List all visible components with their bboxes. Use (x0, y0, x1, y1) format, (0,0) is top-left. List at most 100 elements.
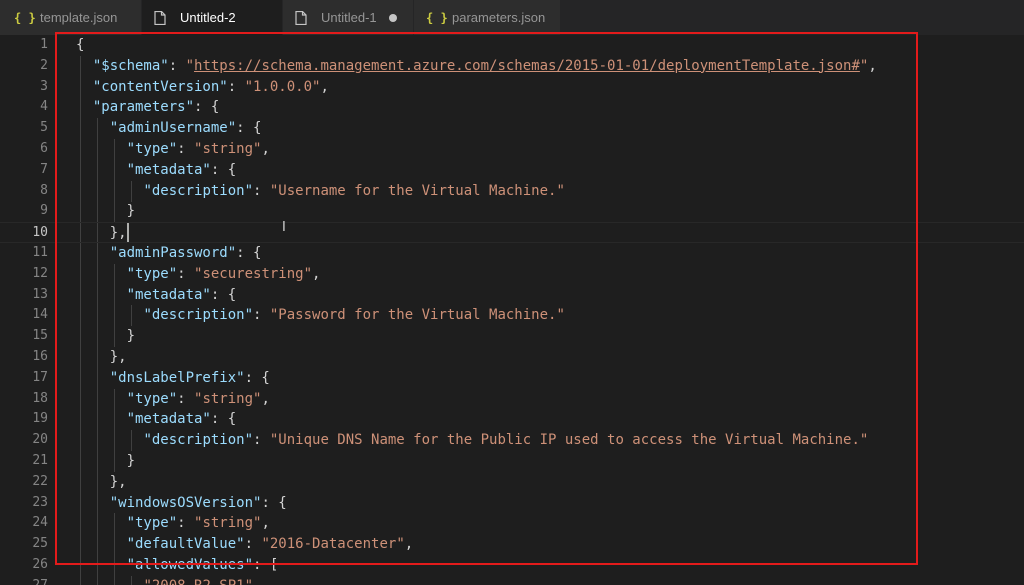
punctuation (76, 432, 143, 448)
code-text: "2008-R2-SP1", (76, 576, 261, 585)
schema-link[interactable]: https://schema.management.azure.com/sche… (194, 58, 860, 74)
code-text: "allowedValues": [ (76, 555, 279, 576)
json-key: "type" (126, 265, 178, 282)
json-string: "string" (194, 140, 262, 157)
code-line[interactable]: 24 "type": "string", (0, 513, 1024, 534)
json-key: "metadata" (126, 161, 211, 178)
tab-label: Untitled-1 (321, 10, 377, 25)
code-text: "windowsOSVersion": { (76, 493, 287, 514)
punctuation (76, 557, 127, 573)
code-line[interactable]: 21 } (0, 451, 1024, 472)
json-string: "Password for the Virtual Machine." (269, 307, 565, 324)
punctuation (76, 266, 127, 282)
code-line[interactable]: 22 }, (0, 472, 1024, 493)
code-line[interactable]: 12 "type": "securestring", (0, 264, 1024, 285)
punctuation: : (177, 390, 195, 407)
code-line[interactable]: 11 "adminPassword": { (0, 243, 1024, 264)
json-key: "$schema" (92, 57, 169, 74)
json-key: "parameters" (92, 99, 195, 116)
code-text: } (76, 201, 135, 222)
line-number: 27 (0, 576, 48, 585)
line-number: 26 (32, 556, 48, 572)
code-line[interactable]: 23 "windowsOSVersion": { (0, 493, 1024, 514)
code-line[interactable]: 2 "$schema": "https://schema.management.… (0, 56, 1024, 77)
json-string: "2016-Datacenter" (261, 536, 405, 553)
line-number: 24 (32, 515, 48, 531)
code-editor[interactable]: 1{2 "$schema": "https://schema.managemen… (0, 35, 1024, 585)
json-key: "metadata" (126, 411, 211, 428)
line-number: 18 (32, 390, 48, 406)
punctuation: : { (244, 369, 270, 386)
code-text: "type": "string", (76, 139, 270, 160)
punctuation: , (320, 78, 329, 95)
code-line[interactable]: 14 "description": "Password for the Virt… (0, 305, 1024, 326)
line-number: 8 (40, 182, 48, 198)
code-line[interactable]: 25 "defaultValue": "2016-Datacenter", (0, 534, 1024, 555)
punctuation (76, 183, 143, 199)
code-line[interactable]: 1{ (0, 35, 1024, 56)
line-number: 14 (32, 307, 48, 323)
code-text: { (76, 35, 84, 56)
tab-untitled-1[interactable]: Untitled-1 (283, 0, 414, 35)
mouse-ibeam-icon: I (282, 220, 286, 235)
code-line[interactable]: 18 "type": "string", (0, 389, 1024, 410)
punctuation: : (253, 432, 270, 449)
line-number: 12 (32, 265, 48, 281)
line-number: 11 (32, 244, 48, 260)
file-icon (154, 10, 172, 25)
punctuation: : (177, 515, 195, 532)
code-line[interactable]: 6 "type": "string", (0, 139, 1024, 160)
json-string: "Username for the Virtual Machine." (269, 182, 565, 199)
code-text: "adminUsername": { (76, 118, 262, 139)
tab-parameters-json[interactable]: { } parameters.json (414, 0, 561, 35)
code-text: "type": "string", (76, 513, 270, 534)
code-line[interactable]: 27 "2008-R2-SP1", (0, 576, 1024, 585)
code-text: "description": "Unique DNS Name for the … (76, 430, 868, 451)
json-key: "allowedValues" (126, 556, 254, 573)
code-line[interactable]: 10 }, (0, 222, 1024, 243)
tab-untitled-2[interactable]: Untitled-2 (142, 0, 283, 35)
punctuation (76, 287, 127, 303)
json-key: "adminUsername" (109, 120, 237, 137)
code-text: "parameters": { (76, 97, 219, 118)
code-line[interactable]: 20 "description": "Unique DNS Name for t… (0, 430, 1024, 451)
punctuation: : { (261, 494, 287, 511)
code-line[interactable]: 9 } (0, 201, 1024, 222)
punctuation (76, 141, 127, 157)
json-key: "type" (126, 140, 178, 157)
code-line[interactable]: 3 "contentVersion": "1.0.0.0", (0, 77, 1024, 98)
code-line[interactable]: 5 "adminUsername": { (0, 118, 1024, 139)
code-line[interactable]: 7 "metadata": { (0, 160, 1024, 181)
line-number: 22 (32, 473, 48, 489)
code-line[interactable]: 4 "parameters": { (0, 97, 1024, 118)
punctuation: : { (210, 286, 237, 303)
code-line[interactable]: 26 "allowedValues": [ (0, 555, 1024, 576)
code-line[interactable]: 19 "metadata": { (0, 409, 1024, 430)
json-string: "securestring" (194, 265, 313, 282)
unsaved-dot-icon[interactable] (388, 13, 397, 22)
punctuation (76, 245, 110, 261)
code-line[interactable]: 15 } (0, 326, 1024, 347)
json-braces-icon: { } (426, 10, 448, 25)
punctuation: : [ (253, 556, 279, 573)
tab-label: template.json (40, 10, 118, 25)
line-number: 25 (32, 536, 48, 552)
json-string: " (185, 57, 195, 74)
line-number: 3 (40, 78, 48, 94)
json-string: "Unique DNS Name for the Public IP used … (269, 432, 869, 449)
json-key: "type" (126, 515, 178, 532)
code-line[interactable]: 8 "description": "Username for the Virtu… (0, 181, 1024, 202)
code-line[interactable]: 16 }, (0, 347, 1024, 368)
line-number: 20 (32, 432, 48, 448)
punctuation (76, 307, 143, 323)
code-text: "dnsLabelPrefix": { (76, 368, 270, 389)
file-icon (295, 10, 313, 25)
punctuation: , (312, 265, 321, 282)
line-number: 10 (32, 225, 48, 241)
code-line[interactable]: 17 "dnsLabelPrefix": { (0, 368, 1024, 389)
punctuation: , (253, 578, 261, 585)
json-string: "2008-R2-SP1" (143, 578, 253, 585)
json-key: "windowsOSVersion" (109, 494, 262, 511)
tab-template-json[interactable]: { } template.json (0, 0, 142, 35)
code-line[interactable]: 13 "metadata": { (0, 285, 1024, 306)
